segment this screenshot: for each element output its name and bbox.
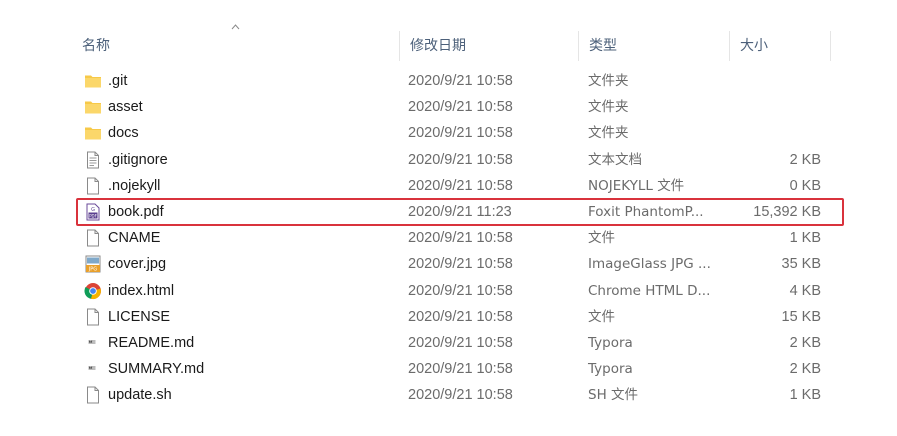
pdf-file-icon: G PDF [84,203,102,221]
file-type: Typora [588,335,633,351]
file-modified-date: 2020/9/21 11:23 [408,204,512,220]
file-row[interactable]: .gitignore 2020/9/21 10:58 文本文档 2 KB [78,147,843,173]
svg-text:PDF: PDF [89,213,97,218]
file-type: Chrome HTML D... [588,282,711,299]
file-size: 15,392 KB [753,204,821,220]
file-size: 15 KB [781,308,822,325]
file-name: asset [108,99,143,116]
file-size: 2 KB [789,335,821,351]
file-size: 2 KB [789,151,821,168]
file-size: 1 KB [789,387,821,404]
file-type: ImageGlass JPG ... [588,256,711,273]
file-modified-date: 2020/9/21 10:58 [408,99,513,116]
file-size: 1 KB [789,230,821,247]
blank-file-icon [84,229,102,247]
jpg-file-icon: JPG [84,255,102,273]
file-row[interactable]: README.md 2020/9/21 10:58 Typora 2 KB [78,330,843,356]
folder-icon [84,98,102,116]
file-row[interactable]: docs 2020/9/21 10:58 文件夹 [78,120,843,146]
column-header-type[interactable]: 类型 [578,31,730,61]
folder-icon [84,124,102,142]
file-type: Foxit PhantomP... [588,204,704,220]
file-type: 文本文档 [588,151,642,168]
column-header-name[interactable]: 名称 [72,31,400,61]
file-name: index.html [108,282,175,299]
file-modified-date: 2020/9/21 10:58 [408,308,513,325]
svg-text:G: G [91,207,95,213]
file-type: Typora [588,361,633,378]
file-name: .gitignore [108,151,168,168]
file-name: update.sh [108,387,172,404]
file-row[interactable]: update.sh 2020/9/21 10:58 SH 文件 1 KB [78,382,843,408]
column-header-size[interactable]: 大小 [729,31,831,61]
file-row[interactable]: .git 2020/9/21 10:58 文件夹 [78,68,843,94]
file-modified-date: 2020/9/21 10:58 [408,282,513,299]
file-type: SH 文件 [588,387,639,404]
file-modified-date: 2020/9/21 10:58 [408,125,513,142]
file-row[interactable]: CNAME 2020/9/21 10:58 文件 1 KB [78,225,843,251]
file-row[interactable]: G PDF book.pdf 2020/9/21 11:23 Foxit Phantom… [78,199,843,225]
file-name: CNAME [108,230,161,247]
file-name: .git [108,73,128,89]
file-modified-date: 2020/9/21 10:58 [408,256,513,273]
file-modified-date: 2020/9/21 10:58 [408,387,513,404]
file-name: cover.jpg [108,256,167,273]
file-type: 文件夹 [588,73,629,89]
file-name: book.pdf [108,204,164,220]
file-size: 2 KB [789,361,821,378]
file-name: LICENSE [108,308,171,325]
file-type: 文件 [588,230,615,247]
file-modified-date: 2020/9/21 10:58 [408,151,513,168]
file-modified-date: 2020/9/21 10:58 [408,73,513,89]
file-name: .nojekyll [108,177,161,194]
file-row[interactable]: .nojekyll 2020/9/21 10:58 NOJEKYLL 文件 0 KB [78,173,843,199]
file-row[interactable]: asset 2020/9/21 10:58 文件夹 [78,94,843,120]
file-modified-date: 2020/9/21 10:58 [408,230,513,247]
file-row[interactable]: LICENSE 2020/9/21 10:58 文件 15 KB [78,304,843,330]
file-modified-date: 2020/9/21 10:58 [408,177,513,194]
file-row[interactable]: JPG cover.jpg 2020/9/21 10:58 ImageGlass JP… [78,251,843,277]
chrome-icon [84,282,102,300]
markdown-file-icon [84,334,102,352]
file-modified-date: 2020/9/21 10:58 [408,335,513,351]
file-name: README.md [108,335,195,351]
markdown-file-icon [84,360,102,378]
column-header-bar: 名称 修改日期 类型 大小 [0,0,897,62]
blank-file-icon [84,386,102,404]
file-size: 35 KB [781,256,822,273]
file-type: 文件夹 [588,125,629,142]
file-type: 文件 [588,308,615,325]
file-name: SUMMARY.md [108,361,205,378]
blank-file-icon [84,177,102,195]
file-row[interactable]: index.html 2020/9/21 10:58 Chrome HTML D..… [78,278,843,304]
folder-icon [84,72,102,90]
file-type: 文件夹 [588,99,629,116]
text-file-icon [84,151,102,169]
file-name: docs [108,125,139,142]
file-type: NOJEKYLL 文件 [588,177,685,194]
column-header-date[interactable]: 修改日期 [399,31,579,61]
svg-text:JPG: JPG [88,267,97,273]
file-row[interactable]: SUMMARY.md 2020/9/21 10:58 Typora 2 KB [78,356,843,382]
file-size: 4 KB [789,282,821,299]
blank-file-icon [84,308,102,326]
file-modified-date: 2020/9/21 10:58 [408,361,513,378]
file-size: 0 KB [789,177,821,194]
sort-ascending-icon [231,24,240,30]
